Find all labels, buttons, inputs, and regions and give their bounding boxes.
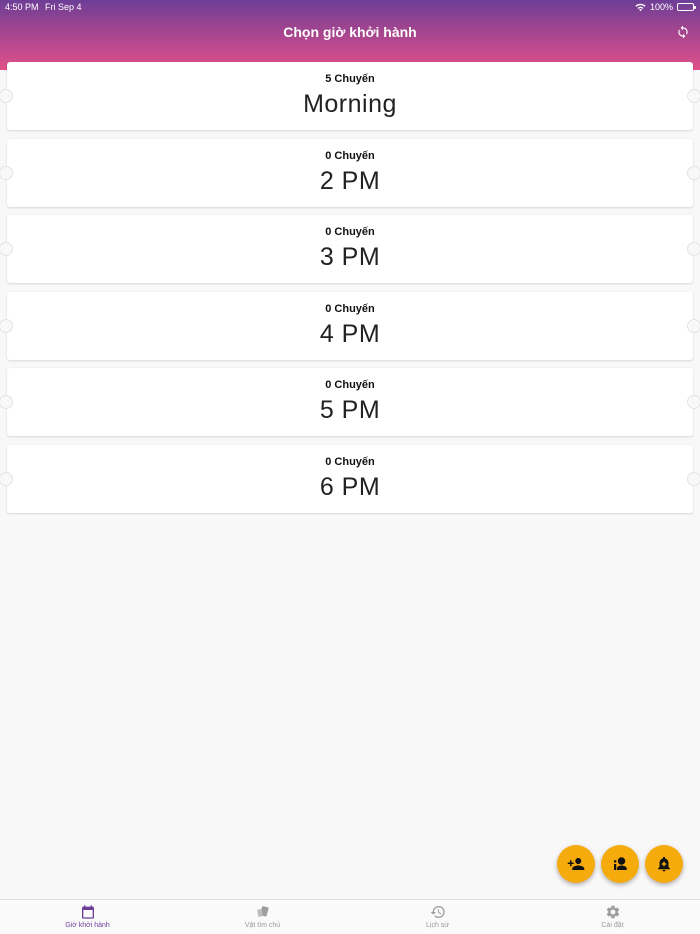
nav-item-settings[interactable]: Cài đặt bbox=[525, 900, 700, 934]
time-slot-card[interactable]: 0 Chuyến 4 PM bbox=[0, 291, 700, 360]
battery-icon bbox=[677, 3, 696, 11]
add-passenger-button[interactable] bbox=[557, 845, 595, 883]
slot-time: 6 PM bbox=[319, 472, 381, 501]
trip-count: 0 Chuyến bbox=[325, 455, 375, 468]
trip-count: 0 Chuyến bbox=[325, 149, 375, 162]
status-date: Fri Sep 4 bbox=[45, 2, 82, 12]
status-indicators: 100% bbox=[635, 2, 696, 12]
bottom-navigation: Giờ khởi hành Vật tìm chủ Lịch sử Cài đặ… bbox=[0, 899, 700, 934]
nav-item-lost-found[interactable]: Vật tìm chủ bbox=[175, 900, 350, 934]
trip-count: 5 Chuyến bbox=[325, 73, 375, 85]
add-notification-button[interactable] bbox=[645, 845, 683, 883]
slot-time: 3 PM bbox=[319, 243, 381, 272]
calendar-icon bbox=[81, 905, 94, 919]
history-icon bbox=[430, 906, 445, 918]
add-person-icon bbox=[567, 858, 585, 870]
time-slot-card[interactable]: 5 Chuyến Morning bbox=[0, 62, 700, 130]
trip-count: 0 Chuyến bbox=[325, 226, 375, 239]
nav-item-history[interactable]: Lịch sử bbox=[350, 900, 525, 934]
nav-label: Giờ khởi hành bbox=[65, 922, 110, 929]
person-info-icon bbox=[614, 857, 627, 870]
refresh-icon bbox=[678, 25, 688, 39]
slot-time: Morning bbox=[303, 90, 397, 118]
departure-time-list: 5 Chuyến Morning 0 Chuyến 2 PM 0 Chuyến … bbox=[0, 62, 700, 522]
trip-count: 0 Chuyến bbox=[325, 302, 375, 315]
status-time: 4:50 PM bbox=[5, 2, 39, 12]
time-slot-card[interactable]: 0 Chuyến 2 PM bbox=[0, 138, 700, 207]
time-slot-card[interactable]: 0 Chuyến 3 PM bbox=[0, 215, 700, 284]
trip-count: 0 Chuyến bbox=[325, 379, 375, 392]
bell-plus-icon bbox=[658, 856, 670, 872]
slot-time: 5 PM bbox=[319, 396, 381, 425]
nav-label: Lịch sử bbox=[426, 922, 449, 929]
refresh-button[interactable] bbox=[674, 23, 692, 41]
slot-time: 4 PM bbox=[319, 319, 381, 348]
slot-time: 2 PM bbox=[319, 166, 381, 195]
page-title: Chọn giờ khởi hành bbox=[283, 24, 417, 40]
time-slot-card[interactable]: 0 Chuyến 5 PM bbox=[0, 368, 700, 437]
app-header: 4:50 PM Fri Sep 4 100% Chọn giờ khởi hàn… bbox=[0, 0, 700, 70]
nav-label: Vật tìm chủ bbox=[244, 922, 281, 929]
nav-label: Cài đặt bbox=[601, 922, 624, 929]
time-slot-card[interactable]: 0 Chuyến 6 PM bbox=[0, 444, 700, 513]
status-bar: 4:50 PM Fri Sep 4 100% bbox=[0, 0, 700, 14]
gear-icon bbox=[606, 905, 619, 919]
items-icon bbox=[256, 906, 269, 917]
battery-percent: 100% bbox=[649, 2, 673, 12]
passenger-info-button[interactable] bbox=[601, 845, 639, 883]
wifi-icon bbox=[635, 3, 646, 11]
nav-item-departure-time[interactable]: Giờ khởi hành bbox=[0, 900, 175, 934]
